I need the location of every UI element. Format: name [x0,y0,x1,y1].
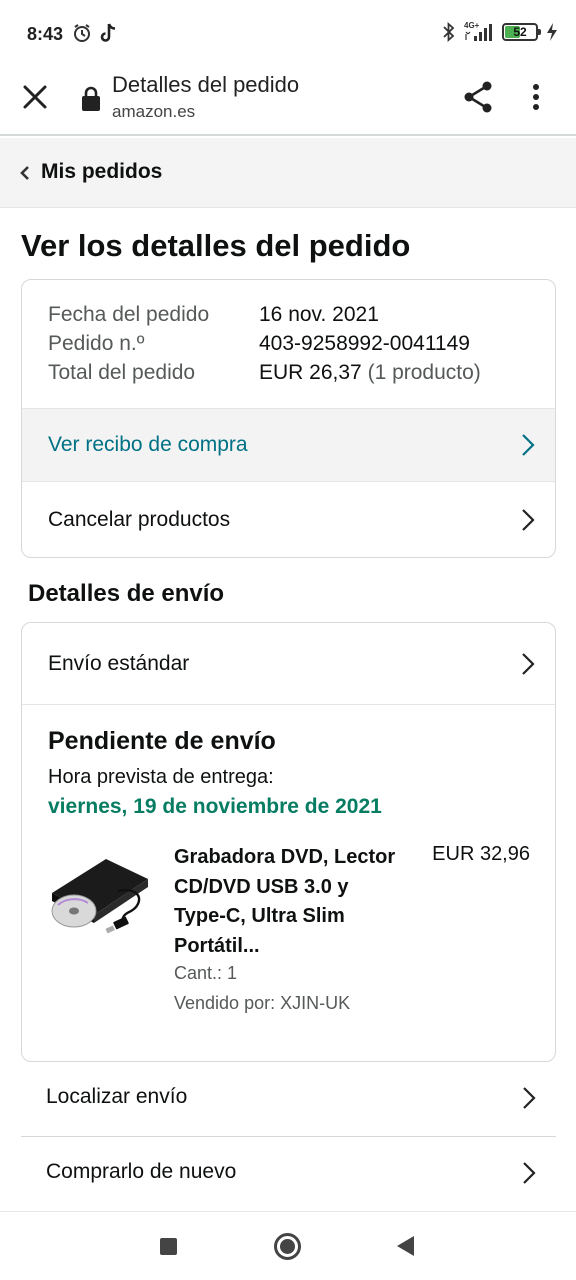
cancel-products-button[interactable]: Cancelar productos [22,482,555,557]
track-shipment-label[interactable]: Localizar envío [46,1085,187,1109]
browser-toolbar: Detalles del pedido amazon.es [0,66,576,136]
shipping-method-row[interactable]: Envío estándar [22,623,555,705]
chevron-right-icon [523,1087,536,1109]
status-time: 8:43 [27,24,64,44]
shipment-status: Pendiente de envío [48,727,276,755]
more-vert-icon[interactable] [530,82,542,112]
track-shipment-button[interactable]: Localizar envío [21,1062,556,1137]
share-icon[interactable] [462,80,494,114]
chevron-left-icon [20,166,29,180]
battery-icon: 52 [502,23,541,41]
cancel-products-label[interactable]: Cancelar productos [48,508,230,532]
shipping-card: Envío estándar Pendiente de envío Hora p… [21,622,556,1062]
product-quantity: Cant.: 1 [174,963,238,983]
product-title[interactable]: Grabadora DVD, Lector CD/DVD USB 3.0 y T… [174,843,404,961]
breadcrumb[interactable]: Mis pedidos [0,138,576,208]
shipping-section-title: Detalles de envío [28,580,225,607]
back-icon[interactable] [397,1236,414,1256]
order-number-label: Pedido n.º [48,332,145,355]
product-seller: Vendido por: XJIN-UK [174,993,351,1013]
view-receipt-link[interactable]: Ver recibo de compra [22,408,555,482]
order-number-row: Pedido n.º 403-9258992-0041149 [48,329,481,358]
view-receipt-label[interactable]: Ver recibo de compra [48,433,248,457]
close-icon[interactable] [20,82,50,112]
bluetooth-icon [443,22,455,42]
order-date-value: 16 nov. 2021 [259,303,379,326]
lock-icon [82,86,100,111]
eta-label: Hora prevista de entrega: [48,766,274,788]
page-title: Ver los detalles del pedido [21,228,411,263]
order-total-count: (1 producto) [367,361,481,384]
product-price: EUR 32,96 [432,843,530,865]
alarm-icon [74,24,90,42]
order-date-row: Fecha del pedido 16 nov. 2021 [48,300,481,329]
battery-percent: 52 [513,25,527,39]
order-number-value: 403-9258992-0041149 [259,332,470,355]
order-total-label: Total del pedido [48,361,196,384]
eta-date: viernes, 19 de noviembre de 2021 [48,795,382,818]
system-navigation-bar [0,1211,576,1280]
chevron-right-icon [522,509,535,531]
order-summary-card: Fecha del pedido 16 nov. 2021 Pedido n.º… [21,279,556,558]
buy-again-button[interactable]: Comprarlo de nuevo [21,1137,556,1212]
chevron-right-icon [522,652,535,675]
shipping-method-label[interactable]: Envío estándar [48,652,189,676]
signal-icon: 4G+ [464,22,494,42]
charging-icon [547,23,557,41]
order-summary: Fecha del pedido 16 nov. 2021 Pedido n.º… [48,300,481,387]
buy-again-label[interactable]: Comprarlo de nuevo [46,1160,236,1184]
chevron-right-icon [522,434,535,456]
product-image[interactable] [44,851,154,941]
order-total-value: EUR 26,37 [259,361,362,384]
browser-page-title[interactable]: Detalles del pedido [112,72,299,98]
home-icon[interactable] [274,1233,301,1260]
order-total-row: Total del pedido EUR 26,37 (1 producto) [48,358,481,387]
order-date-label: Fecha del pedido [48,303,210,326]
breadcrumb-label[interactable]: Mis pedidos [41,160,162,184]
browser-domain[interactable]: amazon.es [112,102,195,122]
recent-apps-icon[interactable] [160,1238,177,1255]
chevron-right-icon [523,1162,536,1184]
status-bar: 8:43 4G+ 52 [0,0,576,66]
tiktok-icon [100,23,116,42]
